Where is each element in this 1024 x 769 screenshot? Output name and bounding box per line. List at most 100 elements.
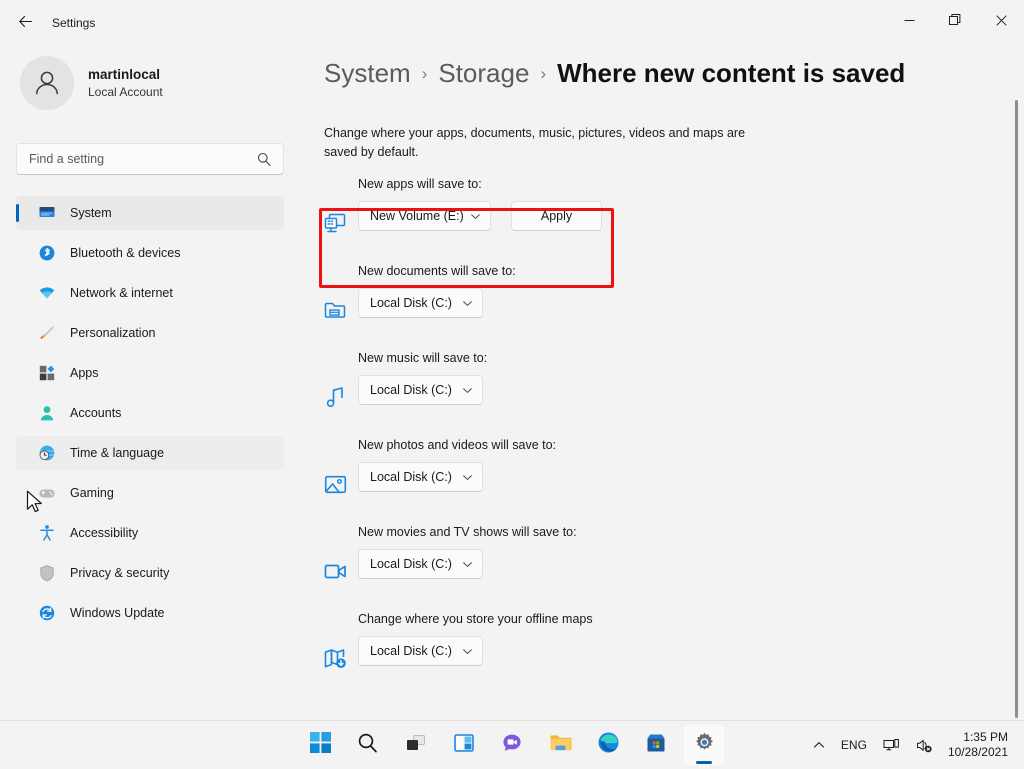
clock[interactable]: 1:35 PM 10/28/2021 [942, 726, 1016, 764]
back-button[interactable] [10, 8, 40, 34]
search-icon [257, 152, 283, 166]
account-subtitle: Local Account [88, 84, 163, 101]
speaker-muted-icon [916, 737, 933, 754]
windows-logo-icon [309, 731, 332, 759]
location-dropdown[interactable]: Local Disk (C:) [358, 549, 483, 579]
sidebar-item-windows-update[interactable]: Windows Update [16, 596, 284, 630]
dropdown-value: Local Disk (C:) [370, 644, 452, 658]
section-label: New movies and TV shows will save to: [358, 525, 577, 539]
location-dropdown[interactable]: Local Disk (C:) [358, 375, 483, 405]
settings-button[interactable] [684, 725, 724, 765]
app-title: Settings [52, 16, 95, 30]
sidebar-item-label: Gaming [70, 486, 114, 500]
storage-sections: New apps will save to:New Volume (E:)App… [300, 168, 1024, 690]
minimize-button[interactable] [886, 0, 932, 40]
sidebar-item-system[interactable]: System [16, 196, 284, 230]
restore-icon [949, 14, 962, 27]
language-indicator[interactable]: ENG [834, 728, 874, 762]
file-explorer-button[interactable] [540, 725, 580, 765]
person-icon [38, 404, 56, 422]
location-dropdown[interactable]: Local Disk (C:) [358, 288, 483, 318]
maximize-button[interactable] [932, 0, 978, 40]
sidebar-item-apps[interactable]: Apps [16, 356, 284, 390]
dropdown-value: New Volume (E:) [370, 209, 464, 223]
chat-icon [501, 732, 523, 759]
chat-button[interactable] [492, 725, 532, 765]
dropdown-value: Local Disk (C:) [370, 383, 452, 397]
account-tile[interactable]: martinlocal Local Account [20, 56, 163, 110]
location-dropdown[interactable]: New Volume (E:) [358, 201, 491, 231]
apply-button[interactable]: Apply [511, 201, 602, 231]
volume-button[interactable] [909, 728, 940, 762]
network-status-button[interactable] [876, 728, 907, 762]
breadcrumb-storage[interactable]: Storage [438, 58, 529, 89]
breadcrumb-separator-1: › [422, 64, 428, 84]
person-avatar-icon [30, 66, 64, 100]
account-name: martinlocal [88, 66, 163, 83]
search-icon [357, 732, 379, 759]
clock-date: 10/28/2021 [948, 745, 1008, 760]
sidebar-item-accounts[interactable]: Accounts [16, 396, 284, 430]
title-bar: Settings [0, 0, 1024, 40]
edge-button[interactable] [588, 725, 628, 765]
section-label: New photos and videos will save to: [358, 438, 556, 452]
sidebar-item-bluetooth-devices[interactable]: Bluetooth & devices [16, 236, 284, 270]
sidebar-item-privacy-security[interactable]: Privacy & security [16, 556, 284, 590]
sidebar-item-label: Personalization [70, 326, 155, 340]
windows-update-icon [38, 604, 56, 622]
start-button[interactable] [300, 725, 340, 765]
task-view-icon [405, 732, 427, 759]
location-dropdown[interactable]: Local Disk (C:) [358, 636, 483, 666]
taskbar-items [300, 721, 724, 769]
close-button[interactable] [978, 0, 1024, 40]
gear-icon [693, 731, 716, 759]
bluetooth-icon [38, 244, 56, 262]
storage-section: Change where you store your offline maps… [300, 603, 1024, 690]
store-button[interactable] [636, 725, 676, 765]
system-tray: ENG 1:35 PM 10/28/2021 [806, 721, 1016, 769]
location-dropdown[interactable]: Local Disk (C:) [358, 462, 483, 492]
sidebar-item-time-language[interactable]: Time & language [16, 436, 284, 470]
breadcrumb-system[interactable]: System [324, 58, 411, 89]
content-scrollbar[interactable] [1015, 100, 1018, 718]
settings-window: Settings [0, 0, 1024, 720]
storage-section: New documents will save to: Local Disk (C… [300, 255, 1024, 342]
search-button[interactable] [348, 725, 388, 765]
search-box[interactable] [16, 143, 284, 175]
task-view-button[interactable] [396, 725, 436, 765]
sidebar-item-accessibility[interactable]: Accessibility [16, 516, 284, 550]
dropdown-value: Local Disk (C:) [370, 470, 452, 484]
video-camera-icon [322, 558, 348, 584]
apps-monitor-icon [322, 210, 348, 236]
widgets-icon [453, 732, 475, 759]
breadcrumb: System › Storage › Where new content is … [324, 58, 905, 89]
sidebar-nav: System Bluetooth & devices Network & inter… [16, 196, 284, 636]
chevron-down-icon [462, 472, 473, 483]
wifi-icon [38, 284, 56, 302]
chevron-up-icon [813, 739, 825, 751]
map-download-icon [322, 645, 348, 671]
sidebar-item-network-internet[interactable]: Network & internet [16, 276, 284, 310]
sidebar-item-personalization[interactable]: Personalization [16, 316, 284, 350]
sidebar-item-label: Windows Update [70, 606, 165, 620]
sidebar-item-label: Network & internet [70, 286, 173, 300]
sidebar-item-label: Bluetooth & devices [70, 246, 181, 260]
search-input[interactable] [17, 152, 257, 166]
sidebar-item-label: Accessibility [70, 526, 138, 540]
dropdown-value: Local Disk (C:) [370, 296, 452, 310]
chevron-down-icon [462, 646, 473, 657]
sidebar-item-gaming[interactable]: Gaming [16, 476, 284, 510]
chevron-down-icon [462, 559, 473, 570]
sidebar-item-label: System [70, 206, 112, 220]
content-pane: System › Storage › Where new content is … [300, 40, 1024, 720]
clock-globe-icon [38, 444, 56, 462]
tray-overflow-button[interactable] [806, 728, 832, 762]
folder-icon [549, 731, 572, 759]
edge-browser-icon [597, 731, 620, 759]
paintbrush-icon [38, 324, 56, 342]
chevron-down-icon [462, 298, 473, 309]
microsoft-store-icon [645, 732, 667, 759]
storage-section: New photos and videos will save to: Local… [300, 429, 1024, 516]
widgets-button[interactable] [444, 725, 484, 765]
section-label: New documents will save to: [358, 264, 516, 278]
